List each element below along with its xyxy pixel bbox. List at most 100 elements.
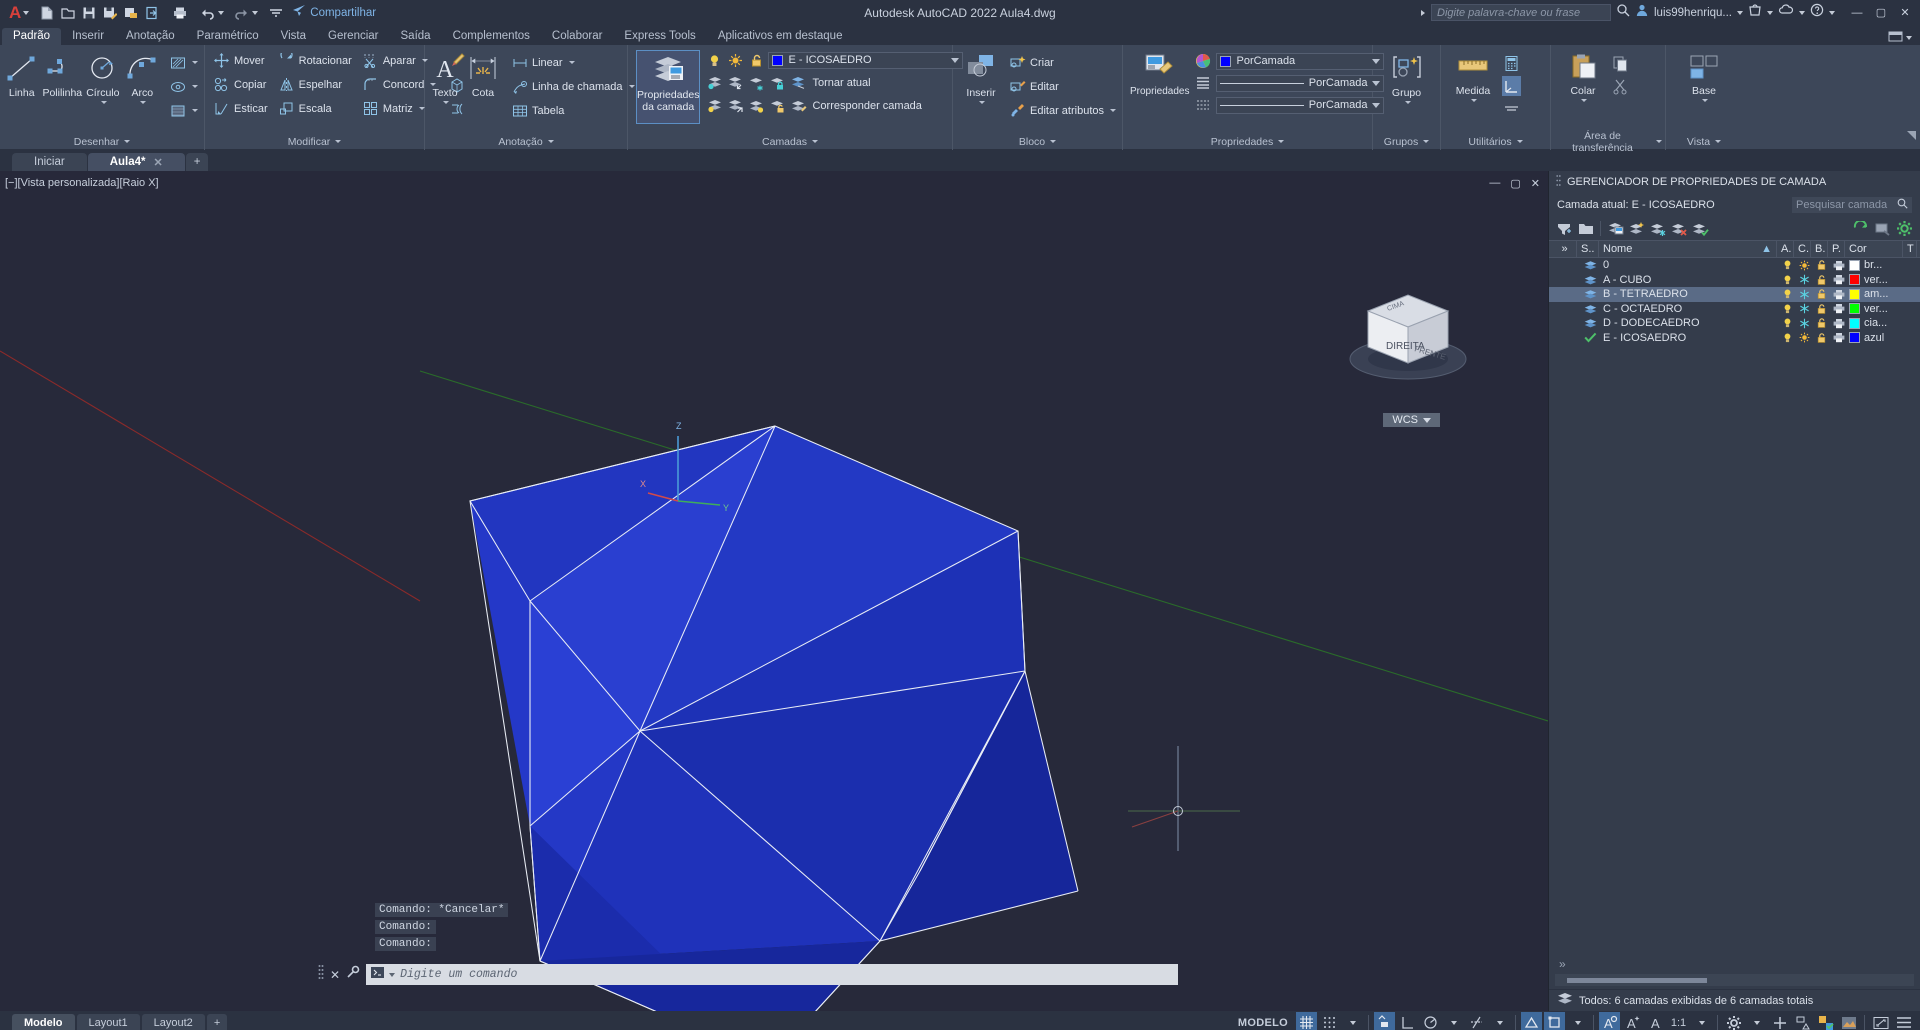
col-nome[interactable]: Nome ▲ [1599, 240, 1777, 258]
plot-preview-icon[interactable] [120, 2, 141, 23]
annotation-scale-icon[interactable]: A [1645, 1012, 1666, 1030]
layer-lock-object-icon[interactable] [768, 73, 787, 93]
layer-lock-icon[interactable] [1811, 331, 1828, 346]
command-options-chevron-down-icon[interactable] [389, 972, 396, 977]
layer-on-off-icon[interactable] [705, 50, 724, 70]
more-utilities-icon[interactable] [1502, 99, 1521, 119]
minimize-button[interactable]: — [1846, 3, 1868, 23]
table-row[interactable]: C - OCTAEDRO ver... [1549, 302, 1920, 317]
isolate-objects-icon[interactable] [1792, 1012, 1813, 1030]
inserir-chevron-down-icon[interactable] [979, 101, 985, 104]
annotation-visibility-icon[interactable]: A [1599, 1012, 1620, 1030]
col-tipo[interactable]: T [1903, 240, 1917, 258]
layer-name[interactable]: C - OCTAEDRO [1599, 302, 1777, 317]
layer-linetype-cell[interactable] [1903, 331, 1917, 346]
layer-freeze-icon[interactable] [1794, 258, 1811, 273]
ribbon-tab-express-tools[interactable]: Express Tools [613, 28, 706, 45]
command-input[interactable]: Digite um comando [366, 964, 1178, 985]
cloud-chevron-down-icon[interactable] [1799, 10, 1805, 15]
tool-mover[interactable]: Mover [210, 50, 271, 71]
command-line-settings-icon[interactable] [346, 965, 360, 984]
open-file-icon[interactable] [57, 2, 78, 23]
fullscreen-icon[interactable] [1870, 1012, 1891, 1030]
layout-tab-layout1[interactable]: Layout1 [76, 1014, 140, 1030]
new-layer-frozen-vp-icon[interactable] [1648, 219, 1667, 239]
ortho-icon[interactable] [1397, 1012, 1418, 1030]
tool-tabela[interactable]: Tabela [508, 100, 638, 121]
model-space-button[interactable]: MODELO [1232, 1012, 1294, 1030]
ribbon-tab-vista[interactable]: Vista [270, 28, 317, 45]
autocad-logo-icon[interactable]: A [4, 3, 23, 23]
ucs-selector[interactable]: WCS [1383, 413, 1440, 427]
layer-linetype-cell[interactable] [1903, 287, 1917, 302]
layer-plot-icon[interactable] [1828, 316, 1845, 331]
layer-on-icon[interactable] [1777, 287, 1794, 302]
layer-status-icon[interactable] [1577, 302, 1599, 317]
account-chevron-down-icon[interactable] [1737, 10, 1743, 15]
tool-polilinha[interactable]: Polilinha [42, 50, 82, 99]
layer-color-cell[interactable]: br... [1845, 258, 1903, 273]
ribbon-tab-parametrico[interactable]: Paramétrico [186, 28, 270, 45]
expand-filters-icon[interactable]: » [1549, 240, 1577, 258]
new-layer-icon[interactable] [1627, 219, 1646, 239]
circulo-chevron-down-icon[interactable] [100, 101, 107, 104]
table-row[interactable]: 0 br... [1549, 258, 1920, 273]
tool-propriedades-da-camada[interactable]: Propriedades da camada [636, 50, 701, 124]
tool-linha-chamada[interactable]: Linha de chamada [508, 76, 638, 97]
layer-plot-icon[interactable] [1828, 287, 1845, 302]
lineweight-combo[interactable]: PorCamada [1216, 96, 1385, 114]
ribbon-tab-saida[interactable]: Saída [390, 28, 442, 45]
doc-tab-iniciar[interactable]: Iniciar [12, 153, 87, 171]
new-document-tab[interactable]: + [185, 153, 209, 171]
tool-regiao[interactable] [166, 100, 201, 121]
layer-on-icon[interactable] [1777, 302, 1794, 317]
layer-name[interactable]: B - TETRAEDRO [1599, 287, 1777, 302]
autodesk-cloud-icon[interactable] [1778, 3, 1794, 22]
ucs-chevron-down-icon[interactable] [1423, 417, 1431, 423]
layer-turn-on-all-icon[interactable] [705, 96, 724, 116]
base-chevron-down-icon[interactable] [1702, 99, 1708, 102]
tool-inserir-bloco[interactable]: Inserir [961, 50, 1001, 104]
command-line[interactable]: ✕ Digite um comando [318, 964, 1178, 985]
close-button[interactable]: ✕ [1894, 3, 1916, 23]
palette-horizontal-scrollbar[interactable] [1555, 974, 1914, 986]
new-file-icon[interactable] [36, 2, 57, 23]
help-icon[interactable] [1810, 3, 1824, 22]
ribbon-display-options-icon[interactable] [1888, 31, 1903, 45]
col-freeze[interactable]: C. [1794, 240, 1811, 258]
account-avatar-icon[interactable] [1635, 3, 1649, 22]
layer-color-cell[interactable]: ver... [1845, 273, 1903, 288]
viewcube[interactable]: DIREITA FRENTE CIMA [1336, 271, 1486, 411]
redo-icon[interactable] [231, 2, 252, 23]
tool-editar-atributos[interactable]: Editar atributos [1006, 100, 1119, 121]
copy-clip-icon[interactable] [1611, 53, 1630, 73]
arco-chevron-down-icon[interactable] [140, 101, 147, 104]
layer-color-cell[interactable]: cia... [1845, 316, 1903, 331]
col-on[interactable]: A. [1777, 240, 1794, 258]
search-icon[interactable] [1897, 198, 1908, 212]
snap-chevron-down-icon[interactable] [1342, 1012, 1363, 1030]
col-cor[interactable]: Cor [1845, 240, 1903, 258]
layer-status-icon[interactable] [1577, 258, 1599, 273]
undo-chevron-down-icon[interactable] [218, 10, 225, 15]
layer-unlock-icon[interactable] [768, 96, 787, 116]
layer-freeze-object-icon[interactable] [747, 73, 766, 93]
drawing-canvas[interactable]: [−][Vista personalizada][Raio X] — ▢ ✕ Z… [0, 171, 1548, 1011]
account-name[interactable]: luis99henriqu... [1654, 7, 1732, 19]
layer-plot-icon[interactable] [1828, 302, 1845, 317]
clean-screen-preview-icon[interactable] [1838, 1012, 1859, 1030]
layer-on-icon[interactable] [1777, 316, 1794, 331]
tool-hachura[interactable] [166, 52, 201, 73]
scrollbar-thumb[interactable] [1567, 977, 1707, 983]
layer-color-cell[interactable]: ver... [1845, 302, 1903, 317]
layer-freeze-icon[interactable] [1794, 273, 1811, 288]
layer-name[interactable]: A - CUBO [1599, 273, 1777, 288]
tool-nuvem-revisao[interactable] [166, 76, 201, 97]
object-color-combo[interactable]: PorCamada [1216, 52, 1385, 70]
help-chevron-down-icon[interactable] [1829, 10, 1835, 15]
delete-layer-icon[interactable] [1669, 219, 1688, 239]
osnap-tracking-chevron-down-icon[interactable] [1489, 1012, 1510, 1030]
maximize-button[interactable]: ▢ [1870, 3, 1892, 23]
tool-corresponder-camada[interactable]: Corresponder camada [810, 95, 924, 116]
command-line-close-icon[interactable]: ✕ [330, 968, 340, 982]
